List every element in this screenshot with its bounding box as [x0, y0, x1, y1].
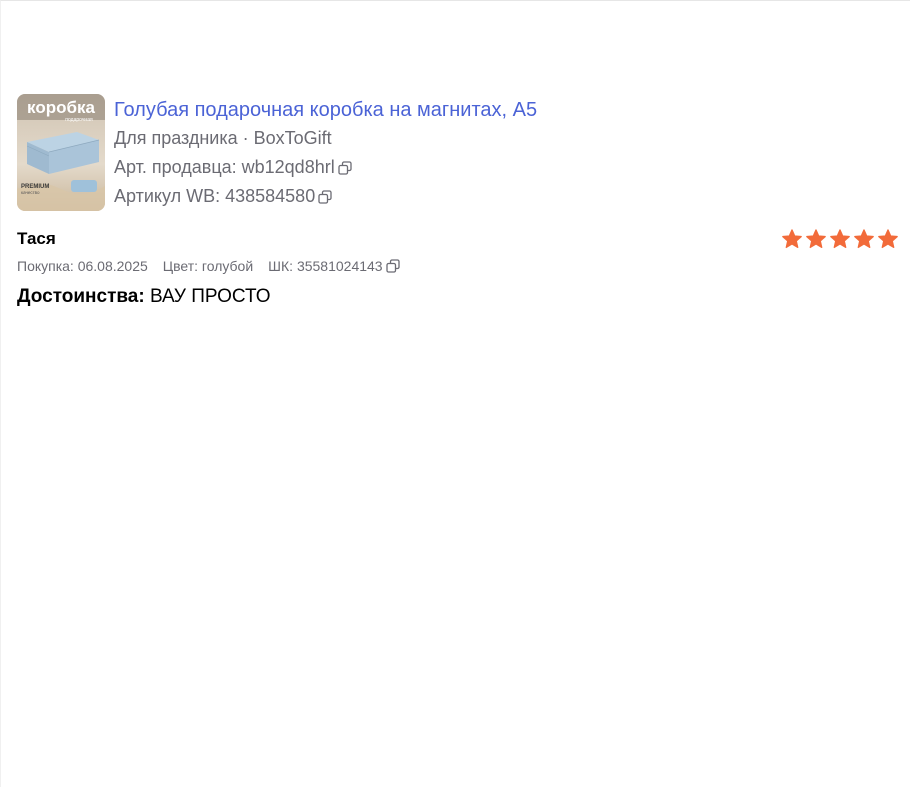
seller-article-row: Арт. продавца: wb12qd8hrl — [114, 153, 537, 182]
shk-code: ШК: 35581024143 — [268, 258, 383, 274]
pros-label: Достоинства: — [17, 286, 145, 307]
product-title-link[interactable]: Голубая подарочная коробка на магнитах, … — [114, 96, 537, 124]
star-icon — [806, 229, 826, 249]
copy-icon[interactable] — [338, 160, 352, 175]
wb-article-row: Артикул WB: 438584580 — [114, 182, 537, 211]
purchase-date: Покупка: 06.08.2025 — [17, 258, 148, 274]
product-category: Для праздника · BoxToGift — [114, 128, 332, 148]
product-color: Цвет: голубой — [162, 258, 254, 274]
product-thumbnail[interactable]: коробка подарочная PREMIUM качество — [17, 94, 105, 211]
review-pros: Достоинства: ВАУ ПРОСТО — [17, 284, 899, 310]
star-icon — [830, 229, 850, 249]
seller-article: Арт. продавца: wb12qd8hrl — [114, 157, 335, 177]
star-icon — [854, 229, 874, 249]
pros-text: ВАУ ПРОСТО — [144, 286, 271, 307]
product-image-title: коробка — [27, 98, 95, 117]
product-block: коробка подарочная PREMIUM качество Голу… — [17, 94, 899, 211]
review-meta: Покупка: 06.08.2025 Цвет: голубой ШК: 35… — [17, 257, 899, 275]
product-image-subtitle: подарочная — [65, 117, 93, 123]
review-header: Тася — [17, 227, 899, 251]
wb-article: Артикул WB: 438584580 — [114, 186, 316, 206]
page: коробка подарочная PREMIUM качество Голу… — [0, 0, 910, 787]
product-image-badge-sub: качество — [21, 190, 40, 195]
copy-icon[interactable] — [318, 189, 332, 204]
copy-icon[interactable] — [385, 259, 400, 273]
review-author: Тася — [17, 229, 56, 248]
rating-stars — [781, 228, 899, 250]
star-icon — [878, 229, 898, 249]
product-info: Голубая подарочная коробка на магнитах, … — [114, 96, 537, 211]
review-card: коробка подарочная PREMIUM качество Голу… — [17, 94, 899, 310]
star-icon — [782, 229, 802, 249]
